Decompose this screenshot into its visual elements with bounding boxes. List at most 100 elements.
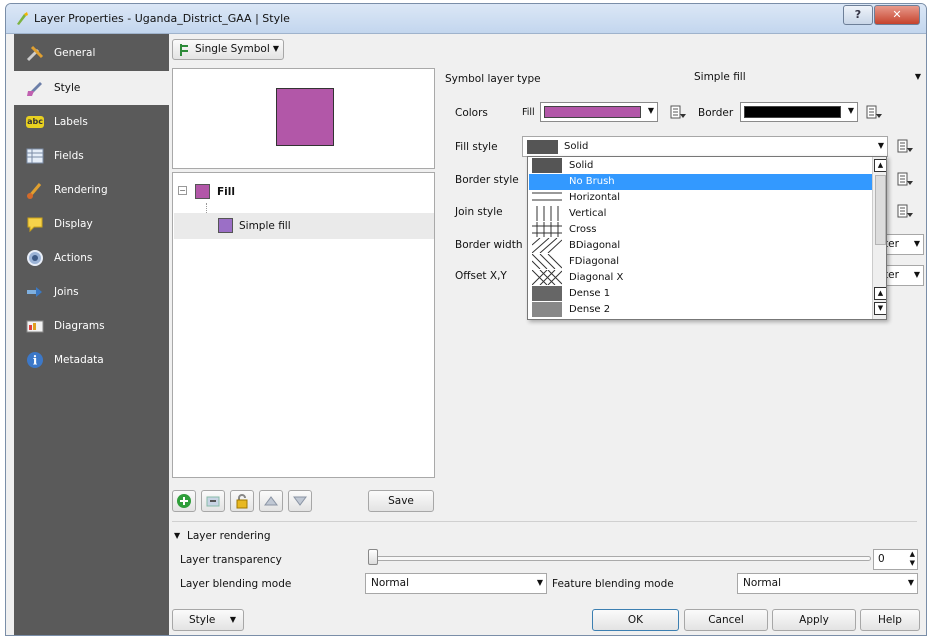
sidebar-item-rendering[interactable]: Rendering bbox=[14, 173, 169, 207]
fill-style-option-cross[interactable]: Cross bbox=[529, 222, 872, 238]
data-defined-icon[interactable] bbox=[865, 104, 883, 120]
feature-blending-value: Normal bbox=[743, 577, 781, 589]
fill-style-option-diagonal-x[interactable]: Diagonal X bbox=[529, 270, 872, 286]
tree-item-fill[interactable]: Fill bbox=[193, 181, 433, 203]
cross-pattern-icon bbox=[532, 222, 562, 237]
renderer-type-value: Single Symbol bbox=[195, 43, 270, 55]
sidebar-item-labels[interactable]: abc Labels bbox=[14, 105, 169, 139]
dropdown-scrollbar[interactable]: ▲ ▲ ▼ bbox=[872, 157, 886, 319]
fill-style-option-horizontal[interactable]: Horizontal bbox=[529, 190, 872, 206]
data-defined-icon[interactable] bbox=[896, 203, 914, 219]
sidebar-item-label: Display bbox=[54, 218, 93, 230]
table-icon bbox=[26, 148, 44, 164]
style-menu-button[interactable]: Style ▼ bbox=[172, 609, 244, 631]
add-icon bbox=[177, 494, 191, 508]
sidebar-item-general[interactable]: General bbox=[14, 36, 169, 70]
apply-button[interactable]: Apply bbox=[772, 609, 856, 631]
scroll-down-icon[interactable]: ▼ bbox=[874, 302, 886, 315]
sidebar-item-fields[interactable]: Fields bbox=[14, 139, 169, 173]
sidebar-item-label: Diagrams bbox=[54, 320, 105, 332]
spin-arrows-icon[interactable]: ▲ ▼ bbox=[910, 550, 915, 568]
fill-style-option-bdiagonal[interactable]: BDiagonal bbox=[529, 238, 872, 254]
border-width-unit-combo[interactable]: ter ▼ bbox=[882, 234, 924, 255]
speech-bubble-icon bbox=[27, 217, 43, 233]
sidebar-item-label: Rendering bbox=[54, 184, 108, 196]
layer-blending-value: Normal bbox=[371, 577, 409, 589]
help-button[interactable]: Help bbox=[860, 609, 920, 631]
data-defined-icon[interactable] bbox=[896, 138, 914, 154]
sidebar-item-label: Actions bbox=[54, 252, 93, 264]
no-brush-pattern-icon bbox=[532, 174, 562, 189]
ok-button[interactable]: OK bbox=[592, 609, 679, 631]
fill-color-button[interactable]: ▼ bbox=[540, 102, 658, 122]
feature-blending-combo[interactable]: Normal ▼ bbox=[737, 573, 918, 594]
duplicate-layer-button[interactable] bbox=[259, 490, 283, 512]
add-layer-button[interactable] bbox=[172, 490, 196, 512]
move-down-button[interactable] bbox=[288, 490, 312, 512]
style-menu-label: Style bbox=[189, 614, 216, 626]
transparency-slider-handle[interactable] bbox=[368, 549, 378, 565]
option-label: BDiagonal bbox=[569, 240, 621, 251]
help-title-button[interactable]: ? bbox=[843, 5, 873, 25]
tree-item-label: Fill bbox=[217, 186, 235, 198]
offset-label: Offset X,Y bbox=[455, 270, 507, 282]
fill-style-option-vertical[interactable]: Vertical bbox=[529, 206, 872, 222]
chevron-down-icon: ▼ bbox=[229, 615, 236, 624]
vertical-pattern-icon bbox=[536, 206, 559, 221]
renderer-type-combo[interactable]: Single Symbol ▼ bbox=[172, 39, 284, 60]
lock-layer-button[interactable] bbox=[230, 490, 254, 512]
sidebar-item-metadata[interactable]: i Metadata bbox=[14, 343, 169, 377]
sidebar-item-diagrams[interactable]: Diagrams bbox=[14, 309, 169, 343]
fdiagonal-pattern-icon bbox=[532, 254, 562, 269]
border-color-button[interactable]: ▼ bbox=[740, 102, 858, 122]
layer-blending-combo[interactable]: Normal ▼ bbox=[365, 573, 547, 594]
offset-unit-combo[interactable]: ter ▼ bbox=[882, 265, 924, 286]
data-defined-icon[interactable] bbox=[669, 104, 687, 120]
remove-layer-button[interactable] bbox=[201, 490, 225, 512]
cancel-button[interactable]: Cancel bbox=[684, 609, 768, 631]
collapse-triangle-icon[interactable]: ▼ bbox=[174, 531, 180, 540]
chevron-down-icon: ▼ bbox=[913, 239, 920, 248]
transparency-slider-track[interactable] bbox=[368, 556, 871, 561]
tree-item-simple-fill[interactable]: Simple fill bbox=[174, 213, 434, 239]
sidebar-item-style[interactable]: Style bbox=[14, 71, 169, 105]
collapse-icon[interactable]: − bbox=[178, 186, 187, 195]
scroll-up-icon[interactable]: ▲ bbox=[874, 287, 886, 300]
fill-style-option-dense-2[interactable]: Dense 2 bbox=[529, 302, 872, 318]
chevron-down-icon: ▼ bbox=[907, 578, 914, 587]
close-button[interactable]: ✕ bbox=[874, 5, 920, 25]
fill-color-swatch bbox=[544, 106, 641, 118]
chevron-down-icon: ▼ bbox=[914, 72, 921, 81]
option-label: Horizontal bbox=[569, 192, 621, 203]
title-bar: Layer Properties - Uganda_District_GAA |… bbox=[6, 4, 926, 34]
symbol-layer-type-label: Symbol layer type bbox=[445, 73, 541, 85]
scrollbar-thumb[interactable] bbox=[875, 175, 886, 245]
sidebar-item-joins[interactable]: Joins bbox=[14, 275, 169, 309]
info-icon: i bbox=[27, 352, 43, 368]
window-title: Layer Properties - Uganda_District_GAA |… bbox=[34, 12, 290, 25]
fill-style-option-fdiagonal[interactable]: FDiagonal bbox=[529, 254, 872, 270]
fill-style-label: Fill style bbox=[455, 141, 498, 153]
border-width-label: Border width bbox=[455, 239, 523, 251]
sidebar-item-display[interactable]: Display bbox=[14, 207, 169, 241]
scroll-up-icon[interactable]: ▲ bbox=[874, 159, 886, 172]
transparency-spinbox[interactable]: 0 ▲ ▼ bbox=[873, 549, 918, 570]
fill-style-option-no-brush[interactable]: No Brush bbox=[529, 174, 872, 190]
fill-style-dropdown[interactable]: Solid No Brush Horizontal Vertical Cross… bbox=[527, 156, 887, 320]
fill-style-combo[interactable]: Solid ▼ bbox=[522, 136, 888, 157]
layer-rendering-header[interactable]: Layer rendering bbox=[187, 530, 271, 542]
option-label: No Brush bbox=[569, 176, 615, 187]
sidebar-item-label: Metadata bbox=[54, 354, 104, 366]
sidebar-item-label: Style bbox=[54, 82, 81, 94]
save-button[interactable]: Save bbox=[368, 490, 434, 512]
option-label: FDiagonal bbox=[569, 256, 620, 267]
transparency-value: 0 bbox=[878, 553, 885, 565]
diagonal-x-pattern-icon bbox=[532, 270, 562, 285]
fill-style-option-solid[interactable]: Solid bbox=[529, 158, 872, 174]
data-defined-icon[interactable] bbox=[896, 171, 914, 187]
symbol-layer-type-combo[interactable]: Simple fill ▼ bbox=[689, 68, 924, 89]
move-up-icon bbox=[264, 496, 278, 506]
sidebar-item-actions[interactable]: Actions bbox=[14, 241, 169, 275]
fill-style-option-dense-1[interactable]: Dense 1 bbox=[529, 286, 872, 302]
layer-blending-label: Layer blending mode bbox=[180, 578, 292, 590]
